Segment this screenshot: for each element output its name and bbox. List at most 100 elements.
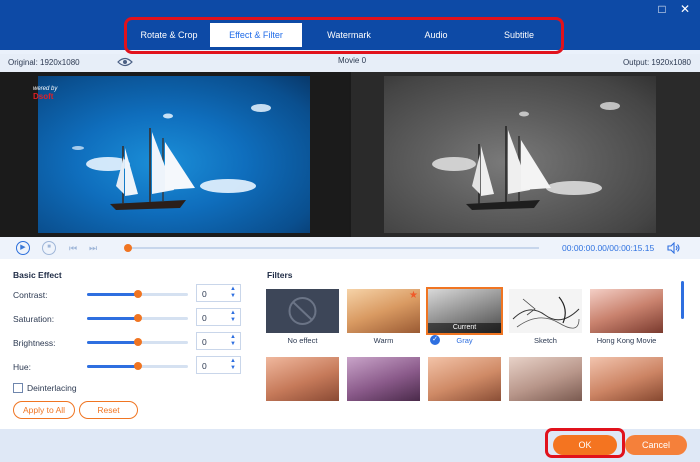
- filter-thumbnail[interactable]: [509, 357, 582, 401]
- saturation-stepper[interactable]: 0 ▲ ▼: [196, 308, 241, 326]
- filter-thumbnail[interactable]: [590, 357, 663, 401]
- contrast-slider[interactable]: [87, 290, 188, 298]
- deinterlacing-label: Deinterlacing: [27, 383, 77, 393]
- filter-thumbnail[interactable]: Current: [426, 287, 503, 335]
- tab-watermark[interactable]: Watermark: [302, 23, 396, 47]
- filter-thumbnail[interactable]: [266, 289, 339, 333]
- cancel-button[interactable]: Cancel: [625, 435, 687, 455]
- maximize-icon[interactable]: □: [655, 2, 669, 16]
- no-effect-icon: [288, 297, 317, 325]
- filter-label: Warm: [373, 336, 394, 345]
- filter-label: Gray: [456, 336, 473, 345]
- saturation-slider-handle[interactable]: [133, 314, 142, 322]
- original-resolution: Original: 1920x1080: [8, 58, 80, 67]
- watermark-overlay: wered by Dsoft: [33, 86, 57, 101]
- current-tag: Current: [428, 323, 501, 333]
- hue-stepper[interactable]: 0 ▲ ▼: [196, 356, 241, 374]
- tab-rotate-crop[interactable]: Rotate & Crop: [128, 23, 210, 47]
- previous-icon[interactable]: ⏮: [66, 241, 80, 255]
- caret-down-icon[interactable]: ▼: [229, 341, 237, 348]
- hue-slider-handle[interactable]: [133, 362, 142, 370]
- slider-fill: [87, 365, 138, 368]
- brightness-stepper[interactable]: 0 ▲ ▼: [196, 332, 241, 350]
- caret-up-icon[interactable]: ▲: [229, 334, 237, 341]
- caret-down-icon[interactable]: ▼: [229, 317, 237, 324]
- eye-icon[interactable]: [117, 57, 133, 67]
- sailboat-image: [72, 104, 271, 210]
- caret-up-icon[interactable]: ▲: [229, 286, 237, 293]
- filter-label: No effect: [287, 336, 318, 345]
- caret-down-icon[interactable]: ▼: [229, 365, 237, 372]
- filter-thumbnail[interactable]: [428, 357, 501, 401]
- filter-gray[interactable]: Current ✓ Gray: [426, 287, 503, 345]
- playback-bar: ▶ ■ ⏮ ⏭ 00:00:00.00/00:00:15.15: [0, 237, 700, 259]
- filters-title: Filters: [267, 270, 293, 280]
- filter-grid: No effect ★ Warm Current ✓ Gray Sketch H…: [266, 287, 676, 429]
- filter-thumbnail-row2-1[interactable]: [266, 357, 339, 401]
- brightness-slider[interactable]: [87, 338, 188, 346]
- saturation-value[interactable]: 0: [202, 313, 207, 323]
- progress-track[interactable]: [127, 247, 539, 249]
- brightness-slider-handle[interactable]: [133, 338, 142, 346]
- filter-label: Hong Kong Movie: [596, 336, 657, 345]
- caret-up-icon[interactable]: ▲: [229, 310, 237, 317]
- reset-button[interactable]: Reset: [79, 401, 138, 419]
- filters-scrollbar[interactable]: [681, 281, 684, 319]
- brightness-label: Brightness:: [13, 338, 56, 348]
- filter-label: Sketch: [534, 336, 557, 345]
- output-resolution: Output: 1920x1080: [622, 58, 691, 67]
- saturation-slider[interactable]: [87, 314, 188, 322]
- filter-warm[interactable]: ★ Warm: [347, 289, 420, 345]
- slider-fill: [87, 293, 138, 296]
- apply-to-all-button[interactable]: Apply to All: [13, 401, 75, 419]
- filter-thumbnail-row2-3[interactable]: [428, 357, 501, 401]
- brightness-value[interactable]: 0: [202, 337, 207, 347]
- output-preview-pane: [351, 72, 700, 237]
- tab-effect-filter[interactable]: Effect & Filter: [210, 23, 302, 47]
- info-bar: Original: 1920x1080 Movie 0 Output: 1920…: [0, 54, 700, 72]
- ok-button[interactable]: OK: [553, 435, 617, 455]
- filter-hong-kong-movie[interactable]: Hong Kong Movie: [590, 289, 663, 345]
- slider-fill: [87, 317, 138, 320]
- next-icon[interactable]: ⏭: [86, 241, 100, 255]
- filter-sketch[interactable]: Sketch: [509, 289, 582, 345]
- tab-subtitle[interactable]: Subtitle: [476, 23, 562, 47]
- filter-thumbnail[interactable]: [509, 289, 582, 333]
- filter-thumbnail[interactable]: [347, 357, 420, 401]
- slider-fill: [87, 341, 138, 344]
- settings-panel: Basic Effect Contrast: 0 ▲ ▼ Saturation:…: [0, 259, 700, 429]
- caret-up-icon[interactable]: ▲: [229, 358, 237, 365]
- tab-bar: Rotate & Crop Effect & Filter Watermark …: [128, 23, 562, 47]
- tab-audio[interactable]: Audio: [396, 23, 476, 47]
- title-bar: □ ✕ Rotate & Crop Effect & Filter Waterm…: [0, 0, 700, 50]
- basic-effect-title: Basic Effect: [13, 270, 62, 280]
- filter-thumbnail-row2-4[interactable]: [509, 357, 582, 401]
- volume-icon[interactable]: [667, 242, 681, 254]
- contrast-slider-handle[interactable]: [133, 290, 142, 298]
- movie-title: Movie 0: [338, 56, 367, 65]
- contrast-stepper[interactable]: 0 ▲ ▼: [196, 284, 241, 302]
- hue-value[interactable]: 0: [202, 361, 207, 371]
- close-icon[interactable]: ✕: [678, 2, 692, 16]
- watermark-brand: Dsoft: [33, 92, 54, 101]
- video-preview: wered by Dsoft: [0, 72, 700, 237]
- contrast-label: Contrast:: [13, 290, 48, 300]
- stop-icon[interactable]: ■: [42, 241, 56, 255]
- filter-no-effect[interactable]: No effect: [266, 289, 339, 345]
- sailboat-gray-image: [432, 102, 620, 210]
- play-icon[interactable]: ▶: [16, 241, 30, 255]
- contrast-value[interactable]: 0: [202, 289, 207, 299]
- original-video-frame: [38, 76, 310, 233]
- filter-thumbnail-row2-5[interactable]: [590, 357, 663, 401]
- filter-thumbnail-row2-2[interactable]: [347, 357, 420, 401]
- filter-thumbnail[interactable]: [266, 357, 339, 401]
- filter-thumbnail[interactable]: [590, 289, 663, 333]
- caret-down-icon[interactable]: ▼: [229, 293, 237, 300]
- playback-time: 00:00:00.00/00:00:15.15: [562, 243, 655, 253]
- saturation-label: Saturation:: [13, 314, 55, 324]
- progress-handle[interactable]: [124, 244, 132, 252]
- footer-bar: OK Cancel: [0, 429, 700, 462]
- deinterlacing-checkbox[interactable]: [13, 383, 23, 393]
- original-preview-pane: wered by Dsoft: [0, 72, 349, 237]
- hue-slider[interactable]: [87, 362, 188, 370]
